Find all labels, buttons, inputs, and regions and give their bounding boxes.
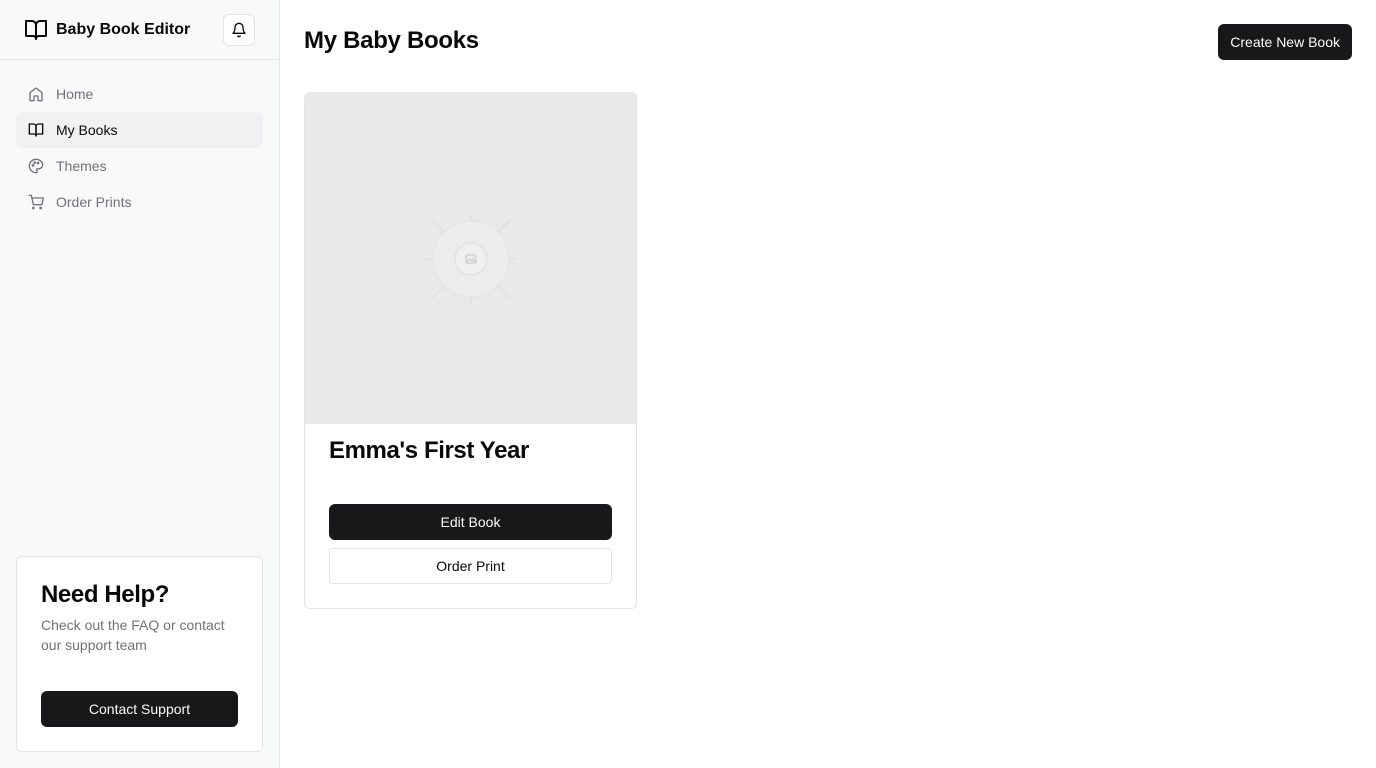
sidebar: Baby Book Editor Home My Books Themes Or… xyxy=(0,0,280,768)
sidebar-header: Baby Book Editor xyxy=(0,0,279,60)
help-card: Need Help? Check out the FAQ or contact … xyxy=(16,556,263,752)
sidebar-item-my-books[interactable]: My Books xyxy=(16,112,263,148)
notifications-button[interactable] xyxy=(223,14,255,46)
book-open-icon xyxy=(28,122,44,138)
bell-icon xyxy=(231,22,247,38)
book-card: Emma's First Year Edit Book Order Print xyxy=(304,92,637,609)
main-content: My Baby Books Create New Book Emma's Fir… xyxy=(280,0,1376,768)
book-open-icon xyxy=(24,18,48,42)
shopping-cart-icon xyxy=(28,194,44,210)
brand[interactable]: Baby Book Editor xyxy=(24,18,190,42)
sidebar-item-label: Home xyxy=(56,86,94,102)
help-text: Check out the FAQ or contact our support… xyxy=(41,617,225,653)
sidebar-nav: Home My Books Themes Order Prints xyxy=(0,60,279,220)
app-title: Baby Book Editor xyxy=(56,20,191,38)
sidebar-item-home[interactable]: Home xyxy=(16,76,263,112)
order-print-button[interactable]: Order Print xyxy=(329,548,612,584)
image-placeholder-icon xyxy=(421,209,521,309)
contact-support-button[interactable]: Contact Support xyxy=(41,691,238,727)
edit-book-button[interactable]: Edit Book xyxy=(329,504,612,540)
sidebar-item-label: Order Prints xyxy=(56,194,132,210)
sidebar-item-order-prints[interactable]: Order Prints xyxy=(16,184,263,220)
book-title: Emma's First Year xyxy=(329,437,529,464)
create-new-book-button[interactable]: Create New Book xyxy=(1218,24,1352,60)
help-title: Need Help? xyxy=(41,581,170,608)
palette-icon xyxy=(28,158,44,174)
home-icon xyxy=(28,86,44,102)
sidebar-item-label: Themes xyxy=(56,158,107,174)
book-cover[interactable] xyxy=(305,93,636,424)
page-title: My Baby Books xyxy=(304,27,479,54)
sidebar-item-label: My Books xyxy=(56,122,118,138)
sidebar-item-themes[interactable]: Themes xyxy=(16,148,263,184)
